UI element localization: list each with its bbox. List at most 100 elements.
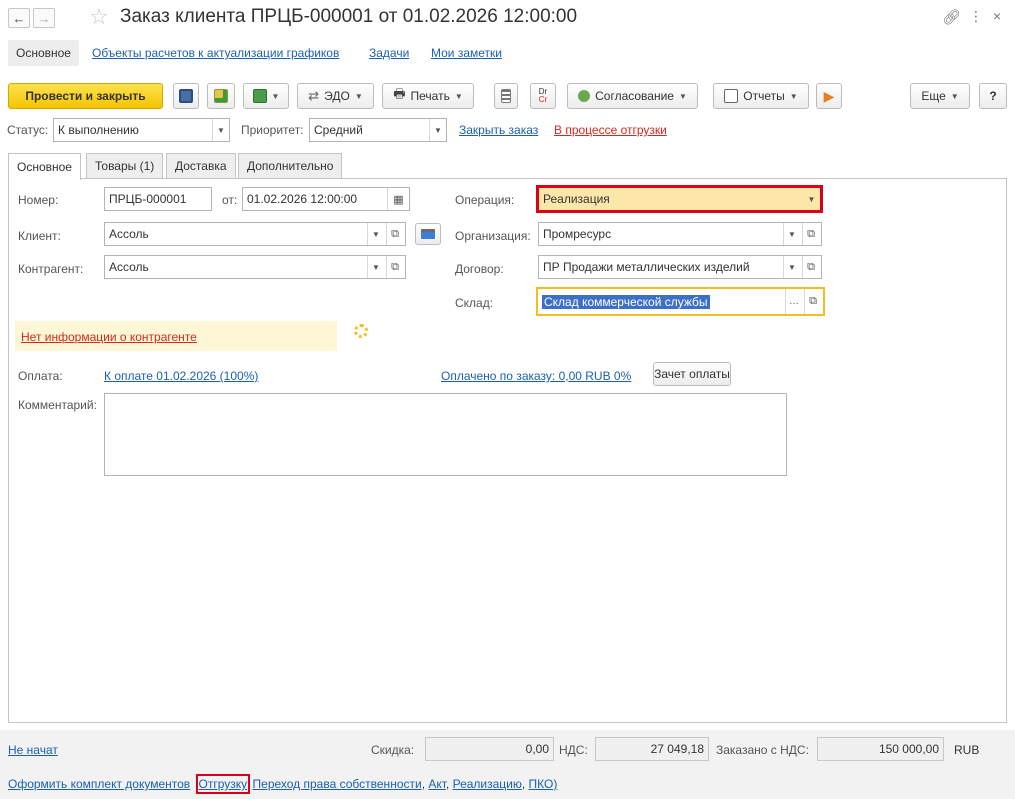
number-value: ПРЦБ-000001: [109, 192, 187, 206]
sale-link[interactable]: Реализацию: [453, 777, 522, 791]
chevron-down-icon: ▼: [454, 91, 463, 101]
chevron-down-icon[interactable]: ▼: [429, 119, 446, 141]
vat-label: НДС:: [559, 743, 588, 757]
shipment-link[interactable]: Отгрузку: [195, 774, 251, 794]
open-copy-icon[interactable]: ⧉: [386, 223, 403, 245]
section-settlement-objects[interactable]: Объекты расчетов к актуализации графиков: [92, 46, 339, 60]
ordered-with-vat-field: 150 000,00: [817, 737, 944, 761]
open-copy-icon[interactable]: ⧉: [802, 223, 819, 245]
counterparty-value: Ассоль: [109, 260, 149, 274]
print-button[interactable]: 🖶︎ Печать ▼: [382, 83, 474, 109]
approval-label: Согласование: [595, 89, 674, 103]
status-value: К выполнению: [58, 123, 139, 137]
date-field[interactable]: 01.02.2026 12:00:00 ▦: [242, 187, 410, 211]
shipping-state-link[interactable]: В процессе отгрузки: [554, 123, 667, 137]
forward-button[interactable]: →: [33, 8, 55, 28]
pko-link[interactable]: ПКО): [529, 777, 558, 791]
open-copy-icon[interactable]: ⧉: [386, 256, 403, 278]
flow-button[interactable]: ▶: [816, 83, 842, 109]
contract-field[interactable]: ПР Продажи металлических изделий ▼ ⧉: [538, 255, 822, 279]
ordered-with-vat-label: Заказано с НДС:: [716, 743, 809, 757]
date-value: 01.02.2026 12:00:00: [247, 192, 358, 206]
create-based-on-button[interactable]: ▼: [243, 83, 289, 109]
back-button[interactable]: ←: [8, 8, 30, 28]
paid-by-order-link[interactable]: Оплачено по заказу: 0,00 RUB 0%: [441, 369, 631, 383]
close-order-link[interactable]: Закрыть заказ: [459, 123, 538, 137]
payment-label: Оплата:: [18, 369, 63, 383]
priority-select[interactable]: Средний ▼: [309, 118, 447, 142]
close-icon[interactable]: ×: [993, 8, 1001, 24]
section-main[interactable]: Основное: [8, 40, 79, 66]
no-counterparty-info-link[interactable]: Нет информации о контрагенте: [21, 330, 197, 344]
approval-check-icon: [578, 90, 591, 102]
dr-cr-button[interactable]: Dr Cr: [530, 83, 556, 109]
organization-field[interactable]: Промресурс ▼ ⧉: [538, 222, 822, 246]
section-notes[interactable]: Мои заметки: [431, 46, 502, 60]
star-icon[interactable]: ☆: [89, 4, 109, 30]
payment-schedule-link[interactable]: К оплате 01.02.2026 (100%): [104, 369, 258, 383]
separator-comma: ,: [521, 777, 529, 791]
tab-delivery[interactable]: Доставка: [166, 153, 236, 178]
ellipsis-icon[interactable]: …: [785, 289, 802, 314]
client-field[interactable]: Ассоль ▼ ⧉: [104, 222, 406, 246]
number-field[interactable]: ПРЦБ-000001: [104, 187, 212, 211]
edo-button[interactable]: ⇄ ЭДО ▼: [297, 83, 374, 109]
operation-select[interactable]: Реализация ▼: [536, 185, 823, 213]
post-document-icon: [214, 89, 228, 103]
status-not-started-link[interactable]: Не начат: [8, 743, 58, 757]
create-based-icon: [252, 89, 267, 103]
chevron-down-icon[interactable]: ▼: [783, 223, 800, 245]
printer-icon: 🖶︎: [393, 86, 406, 101]
chevron-down-icon[interactable]: ▼: [803, 188, 820, 210]
warehouse-field[interactable]: Склад коммерческой службы … ⧉: [536, 287, 825, 316]
edo-label: ЭДО: [324, 89, 350, 103]
vat-field: 27 049,18: [595, 737, 709, 761]
reports-button[interactable]: Отчеты ▼: [713, 83, 809, 109]
payment-offset-button[interactable]: Зачет оплаты: [653, 362, 731, 386]
chevron-down-icon: ▼: [678, 91, 687, 101]
chevron-down-icon[interactable]: ▼: [212, 119, 229, 141]
section-tasks[interactable]: Задачи: [369, 46, 409, 60]
chevron-down-icon[interactable]: ▼: [367, 256, 384, 278]
more-button[interactable]: Еще ▼: [910, 83, 970, 109]
status-select[interactable]: К выполнению ▼: [53, 118, 230, 142]
warehouse-value: Склад коммерческой службы: [542, 294, 710, 309]
chevron-down-icon: ▼: [271, 91, 280, 101]
reports-icon: [724, 89, 739, 103]
post-and-close-button[interactable]: Провести и закрыть: [8, 83, 163, 109]
structure-icon: [501, 89, 511, 103]
priority-label: Приоритет:: [241, 123, 304, 137]
card-icon: [421, 229, 435, 239]
discount-value: 0,00: [525, 742, 549, 756]
contract-value: ПР Продажи металлических изделий: [543, 260, 750, 274]
dr-cr-icon: Dr Cr: [538, 87, 548, 104]
contract-label: Договор:: [455, 262, 504, 276]
act-link[interactable]: Акт: [428, 777, 446, 791]
separator-comma: ,: [445, 777, 453, 791]
more-vertical-icon[interactable]: ⋮: [969, 8, 983, 25]
docs-set-link[interactable]: Оформить комплект документов: [8, 777, 190, 791]
tab-goods[interactable]: Товары (1): [86, 153, 164, 178]
chevron-down-icon[interactable]: ▼: [367, 223, 384, 245]
open-copy-icon[interactable]: ⧉: [804, 289, 821, 314]
help-button[interactable]: ?: [979, 83, 1007, 109]
date-label: от:: [222, 193, 238, 207]
approval-button[interactable]: Согласование ▼: [567, 83, 698, 109]
loading-spinner-icon: [354, 324, 368, 338]
tab-main[interactable]: Основное: [8, 153, 81, 180]
counterparty-field[interactable]: Ассоль ▼ ⧉: [104, 255, 406, 279]
comment-textarea[interactable]: [104, 393, 787, 476]
number-label: Номер:: [18, 193, 59, 207]
ownership-transfer-link[interactable]: Переход права собственности: [253, 777, 422, 791]
save-button[interactable]: [173, 83, 199, 109]
comment-label: Комментарий:: [18, 398, 97, 412]
chevron-down-icon[interactable]: ▼: [783, 256, 800, 278]
structure-button[interactable]: [494, 83, 518, 109]
post-button[interactable]: [207, 83, 235, 109]
calendar-icon[interactable]: ▦: [387, 188, 409, 210]
organization-label: Организация:: [455, 229, 531, 243]
open-copy-icon[interactable]: ⧉: [802, 256, 819, 278]
tab-additional[interactable]: Дополнительно: [238, 153, 343, 178]
link-icon[interactable]: 🔗︎: [942, 8, 961, 26]
client-card-button[interactable]: [415, 223, 441, 245]
